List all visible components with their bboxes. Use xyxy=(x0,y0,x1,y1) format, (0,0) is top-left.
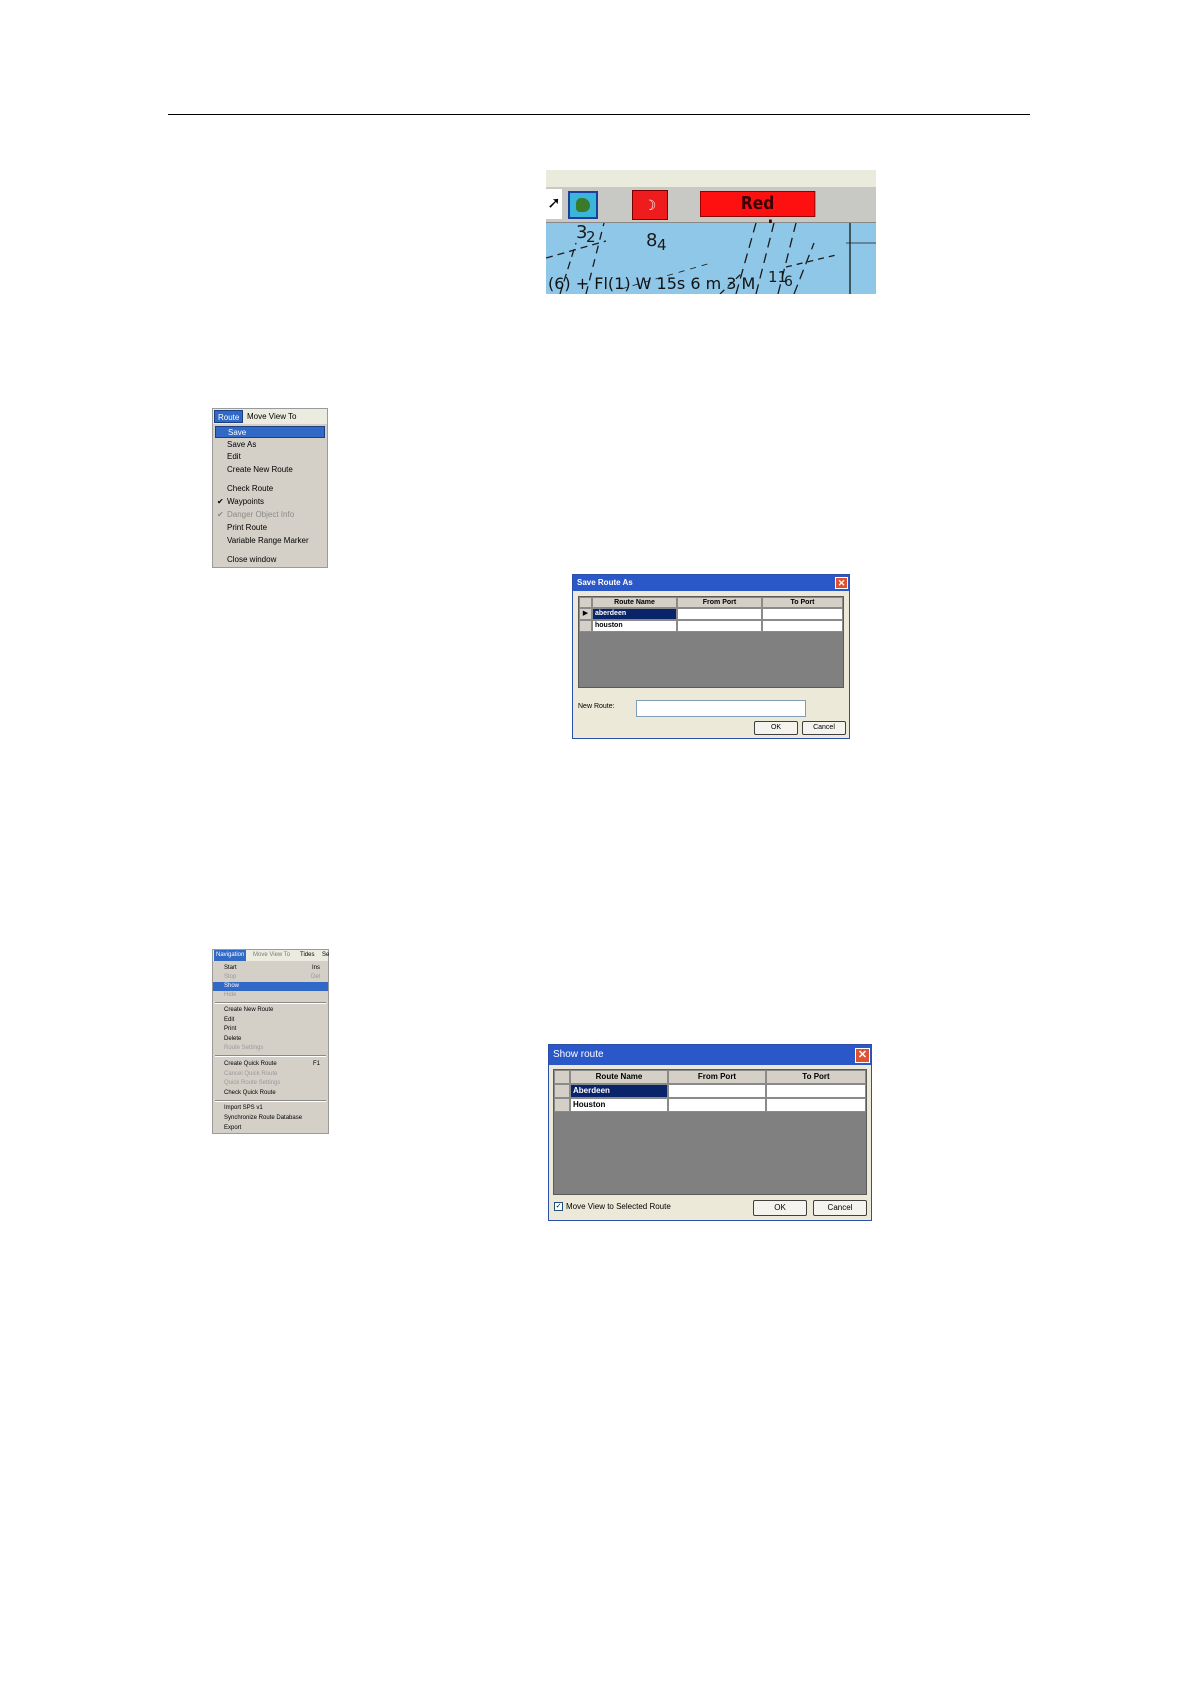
red-procedure-button[interactable]: Red procedure xyxy=(700,191,816,238)
table-row-from[interactable] xyxy=(677,608,762,620)
menu-item-import-sps[interactable]: Import SPS v1 xyxy=(213,1104,328,1113)
menu-item-create-new-route[interactable]: Create New Route xyxy=(213,1006,328,1015)
menu-move-view-to[interactable]: Move View To xyxy=(253,950,290,961)
menu-item-edit[interactable]: Edit xyxy=(213,451,327,463)
ok-button[interactable]: OK xyxy=(754,721,798,735)
row-selector[interactable] xyxy=(554,1098,570,1112)
menu-navigation[interactable]: Navigation xyxy=(214,950,247,961)
menu-item-edit[interactable]: Edit xyxy=(213,1016,328,1025)
menu-item-variable-range-marker[interactable]: Variable Range Marker xyxy=(213,535,327,547)
navigation-menu: Navigation Move View To Tides Se Start In… xyxy=(212,949,329,1134)
menu-item-check-quick-route[interactable]: Check Quick Route xyxy=(213,1089,328,1098)
menu-item-hide: Hide xyxy=(224,992,237,998)
row-pointer-icon[interactable]: ▶ xyxy=(579,608,592,620)
table-row-name[interactable]: Aberdeen xyxy=(570,1084,668,1098)
route-table: Route Name From Port To Port Aberdeen Ho… xyxy=(553,1069,867,1195)
table-row-to[interactable] xyxy=(766,1098,866,1112)
move-view-checkbox[interactable]: ✓ xyxy=(554,1202,563,1211)
menu-item-label: Start xyxy=(224,965,237,971)
menu-item-print[interactable]: Print xyxy=(213,1025,328,1034)
table-row-name[interactable]: aberdeen xyxy=(592,608,677,620)
column-header-to-port[interactable]: To Port xyxy=(766,1070,866,1084)
table-row-from[interactable] xyxy=(668,1084,766,1098)
menu-tides[interactable]: Tides xyxy=(300,950,314,961)
ok-button[interactable]: OK xyxy=(753,1200,807,1216)
header-rule xyxy=(168,114,1030,115)
menu-item-create-quick-route[interactable]: Create Quick Route F1 xyxy=(213,1060,328,1069)
sounding: 6 xyxy=(784,274,793,290)
shortcut-label: F1 xyxy=(312,1061,320,1067)
header-corner xyxy=(579,597,592,608)
menu-move-view-to[interactable]: Move View To xyxy=(247,410,297,423)
alarm-icon[interactable]: ☽ xyxy=(632,190,668,220)
route-menu: Route Move View To Save Save As Edit Cre… xyxy=(212,408,328,568)
menu-item-danger-object-info: Danger Object Info xyxy=(227,510,295,519)
menu-separator xyxy=(215,1002,326,1004)
table-row-from[interactable] xyxy=(668,1098,766,1112)
menu-item-create-new-route[interactable]: Create New Route xyxy=(213,464,327,476)
chart-map-icon[interactable] xyxy=(568,191,598,219)
route-table: Route Name From Port To Port ▶ aberdeen … xyxy=(578,596,844,688)
table-row-name[interactable]: houston xyxy=(592,620,677,632)
menu-route[interactable]: Route xyxy=(214,410,244,423)
sounding: 4 xyxy=(657,236,667,254)
sounding: 2 xyxy=(586,228,596,246)
table-row-to[interactable] xyxy=(762,608,843,620)
table-row-to[interactable] xyxy=(766,1084,866,1098)
cancel-button[interactable]: Cancel xyxy=(802,721,846,735)
save-route-as-dialog: Save Route As ✕ Route Name From Port To … xyxy=(572,574,850,739)
column-header-from-port[interactable]: From Port xyxy=(668,1070,766,1084)
shortcut-label: Del xyxy=(310,974,320,980)
move-view-checkbox-label: Move View to Selected Route xyxy=(566,1202,671,1211)
header-corner xyxy=(554,1070,570,1084)
new-route-label: New Route: xyxy=(578,703,615,710)
menu-item-label: Stop xyxy=(224,974,237,980)
row-selector[interactable] xyxy=(579,620,592,632)
menu-item-close-window[interactable]: Close window xyxy=(213,554,327,566)
menu-item-show[interactable]: Show xyxy=(213,982,328,991)
menu-item-waypoints[interactable]: Waypoints xyxy=(213,496,327,508)
pin-icon[interactable]: ➚ xyxy=(546,189,562,219)
menu-item-print-route[interactable]: Print Route xyxy=(213,522,327,534)
top-strip xyxy=(546,170,876,187)
column-header-route-name[interactable]: Route Name xyxy=(592,597,677,608)
checkmark-icon: ✔ xyxy=(217,497,224,506)
row-selector[interactable] xyxy=(554,1084,570,1098)
table-row-from[interactable] xyxy=(677,620,762,632)
menu-separator xyxy=(215,1100,326,1102)
menu-item-delete[interactable]: Delete xyxy=(213,1035,328,1044)
menu-item-route-settings: Route Settings xyxy=(224,1045,264,1051)
menu-item-check-route[interactable]: Check Route xyxy=(213,483,327,495)
sounding: 8 xyxy=(646,230,658,251)
shortcut-label: Ins xyxy=(311,965,320,971)
menu-item-cancel-quick-route: Cancel Quick Route xyxy=(224,1071,278,1077)
column-header-from-port[interactable]: From Port xyxy=(677,597,762,608)
new-route-input[interactable] xyxy=(636,700,806,717)
close-icon[interactable]: ✕ xyxy=(855,1048,870,1063)
menu-item-save[interactable]: Save xyxy=(215,426,325,438)
cancel-button[interactable]: Cancel xyxy=(813,1200,867,1216)
menu-item-quick-route-settings: Quick Route Settings xyxy=(224,1080,281,1086)
chart-toolbar-screenshot: ➚ ☽ Red procedure 3 2 8 4 11 6 (6) + Fl(… xyxy=(546,170,876,294)
checkmark-icon: ✔ xyxy=(217,510,224,519)
close-icon[interactable]: ✕ xyxy=(835,577,848,589)
column-header-to-port[interactable]: To Port xyxy=(762,597,843,608)
menu-item-start[interactable]: Start Ins xyxy=(213,964,328,973)
show-route-dialog: Show route ✕ Route Name From Port To Por… xyxy=(548,1044,872,1221)
menu-item-stop: Stop Del xyxy=(213,973,328,982)
dialog-title: Save Route As xyxy=(577,578,633,587)
table-row-name[interactable]: Houston xyxy=(570,1098,668,1112)
menu-settings[interactable]: Se xyxy=(322,950,329,961)
menu-item-label: Create Quick Route xyxy=(224,1061,277,1067)
menu-separator xyxy=(215,1055,326,1057)
menu-item-synchronize-route-database[interactable]: Synchronize Route Database xyxy=(213,1114,328,1123)
dialog-title: Show route xyxy=(553,1049,604,1060)
column-header-route-name[interactable]: Route Name xyxy=(570,1070,668,1084)
menu-item-save-as[interactable]: Save As xyxy=(213,439,327,451)
menu-item-export[interactable]: Export xyxy=(213,1124,328,1133)
table-row-to[interactable] xyxy=(762,620,843,632)
light-characteristic-label: (6) + Fl(1) W 15s 6 m 3 M xyxy=(548,274,756,293)
